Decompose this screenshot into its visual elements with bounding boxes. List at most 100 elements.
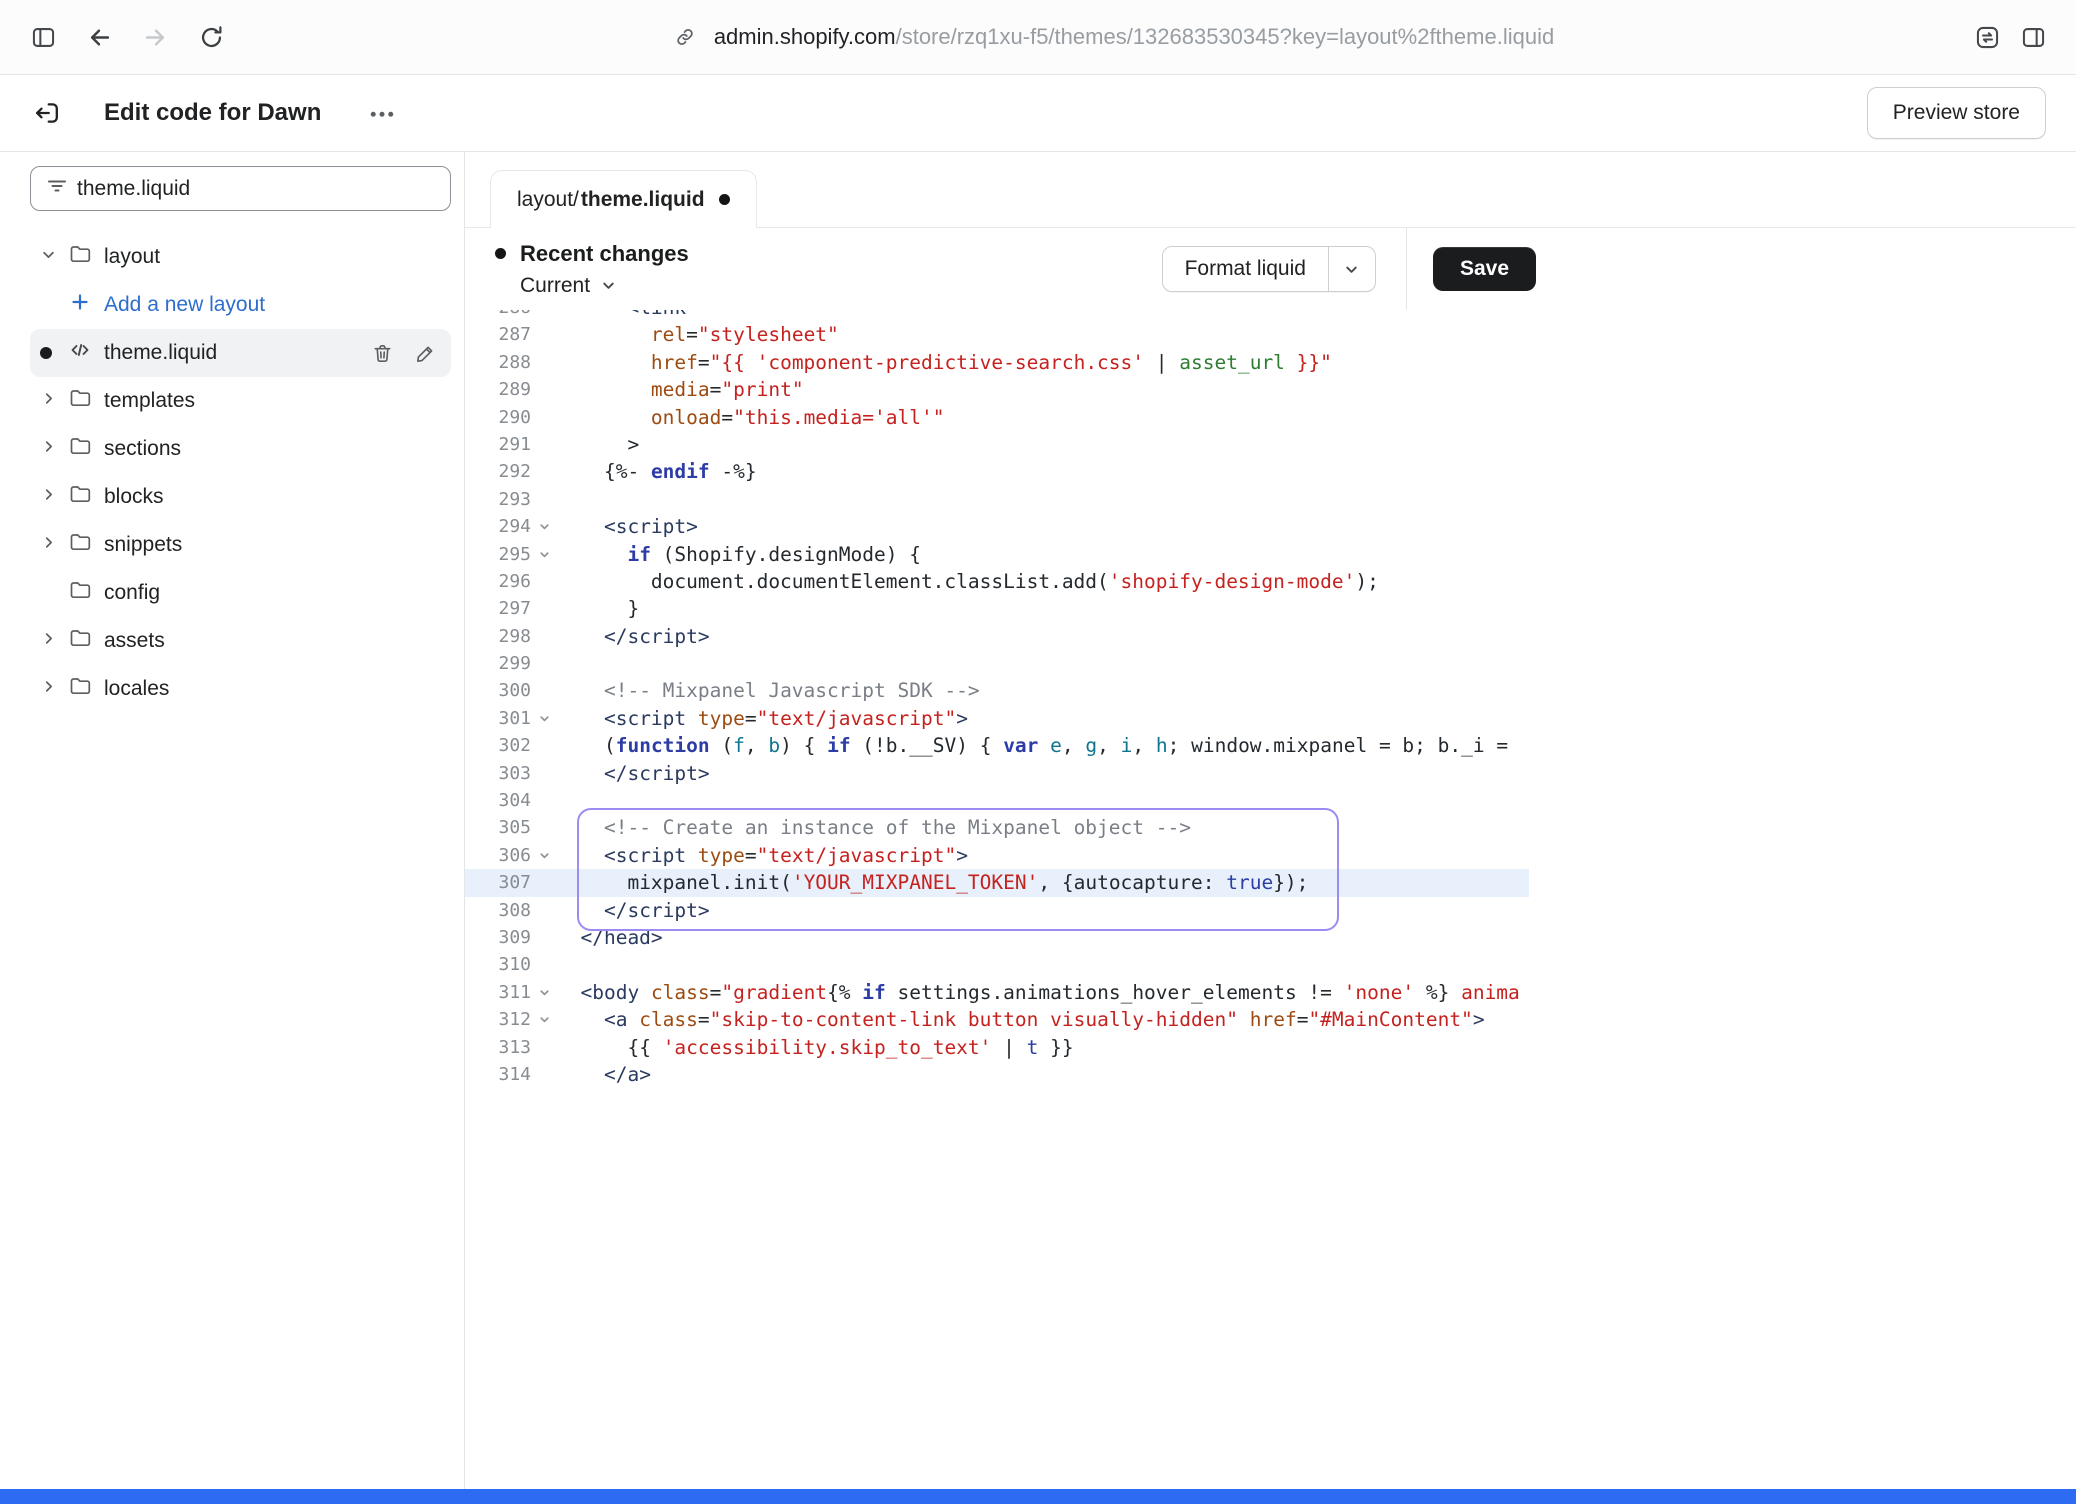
exit-editor-button[interactable] bbox=[30, 96, 64, 130]
line-number: 295 bbox=[465, 541, 531, 568]
code-line-297[interactable]: 297 } bbox=[465, 595, 1529, 622]
code-line-313[interactable]: 313 {{ 'accessibility.skip_to_text' | t … bbox=[465, 1034, 1529, 1061]
code-line-290[interactable]: 290 onload="this.media='all'" bbox=[465, 404, 1529, 431]
code-line-309[interactable]: 309 </head> bbox=[465, 924, 1529, 951]
chevron-right-icon[interactable] bbox=[38, 436, 59, 463]
sidebar-item-blocks[interactable]: blocks bbox=[30, 473, 451, 521]
format-liquid-label: Format liquid bbox=[1163, 247, 1328, 291]
tab-theme-liquid[interactable]: layout/theme.liquid bbox=[490, 170, 757, 228]
folder-icon bbox=[68, 626, 92, 656]
gutter-spacer bbox=[531, 677, 557, 704]
code-line-286[interactable]: 286 <link bbox=[465, 310, 1529, 321]
line-number: 294 bbox=[465, 513, 531, 540]
code-line-311[interactable]: 311 <body class="gradient{% if settings.… bbox=[465, 979, 1529, 1006]
save-button[interactable]: Save bbox=[1433, 247, 1536, 291]
line-number: 302 bbox=[465, 732, 531, 759]
sidebar-item-config[interactable]: config bbox=[30, 569, 451, 617]
fold-toggle-icon[interactable] bbox=[531, 1006, 557, 1033]
chevron-right-icon[interactable] bbox=[38, 676, 59, 703]
fold-toggle-icon[interactable] bbox=[531, 979, 557, 1006]
code-line-308[interactable]: 308 </script> bbox=[465, 897, 1529, 924]
rename-file-button[interactable] bbox=[414, 342, 437, 365]
code-line-293[interactable]: 293 bbox=[465, 486, 1529, 513]
code-text: media="print" bbox=[557, 376, 1529, 403]
code-text: <script type="text/javascript"> bbox=[557, 842, 1529, 869]
extensions-icon[interactable] bbox=[1972, 22, 2002, 52]
code-line-303[interactable]: 303 </script> bbox=[465, 760, 1529, 787]
code-text: document.documentElement.classList.add('… bbox=[557, 568, 1529, 595]
sidebar-item-layout[interactable]: layout bbox=[30, 233, 451, 281]
delete-file-button[interactable] bbox=[371, 342, 394, 365]
line-number: 305 bbox=[465, 814, 531, 841]
more-actions-button[interactable] bbox=[367, 98, 397, 128]
preview-store-button[interactable]: Preview store bbox=[1867, 87, 2046, 139]
code-line-295[interactable]: 295 if (Shopify.designMode) { bbox=[465, 541, 1529, 568]
gutter-spacer bbox=[531, 732, 557, 759]
code-line-304[interactable]: 304 bbox=[465, 787, 1529, 814]
code-line-299[interactable]: 299 bbox=[465, 650, 1529, 677]
url-text: admin.shopify.com/store/rzq1xu-f5/themes… bbox=[714, 24, 1554, 50]
forward-button[interactable] bbox=[140, 22, 170, 52]
fold-toggle-icon[interactable] bbox=[531, 842, 557, 869]
code-line-291[interactable]: 291 > bbox=[465, 431, 1529, 458]
code-line-305[interactable]: 305 <!-- Create an instance of the Mixpa… bbox=[465, 814, 1529, 841]
code-line-292[interactable]: 292 {%- endif -%} bbox=[465, 458, 1529, 485]
tab-path-prefix: layout/ bbox=[517, 188, 579, 212]
fold-toggle-icon[interactable] bbox=[531, 541, 557, 568]
line-number: 301 bbox=[465, 705, 531, 732]
back-button[interactable] bbox=[84, 22, 114, 52]
file-filter-box[interactable] bbox=[30, 166, 451, 211]
sidebar-item-assets[interactable]: assets bbox=[30, 617, 451, 665]
code-line-288[interactable]: 288 href="{{ 'component-predictive-searc… bbox=[465, 349, 1529, 376]
address-bar[interactable]: admin.shopify.com/store/rzq1xu-f5/themes… bbox=[252, 22, 1972, 52]
code-line-312[interactable]: 312 <a class="skip-to-content-link butto… bbox=[465, 1006, 1529, 1033]
chevron-right-icon[interactable] bbox=[38, 484, 59, 511]
sidebar-item-sections[interactable]: sections bbox=[30, 425, 451, 473]
gutter-spacer bbox=[531, 458, 557, 485]
code-line-302[interactable]: 302 (function (f, b) { if (!b.__SV) { va… bbox=[465, 732, 1529, 759]
chevron-right-icon[interactable] bbox=[38, 388, 59, 415]
format-liquid-button[interactable]: Format liquid bbox=[1162, 246, 1376, 292]
code-line-294[interactable]: 294 <script> bbox=[465, 513, 1529, 540]
code-line-296[interactable]: 296 document.documentElement.classList.a… bbox=[465, 568, 1529, 595]
code-line-298[interactable]: 298 </script> bbox=[465, 623, 1529, 650]
chevron-right-icon[interactable] bbox=[38, 628, 59, 655]
code-line-300[interactable]: 300 <!-- Mixpanel Javascript SDK --> bbox=[465, 677, 1529, 704]
version-dropdown[interactable]: Current bbox=[495, 274, 1162, 298]
chevron-down-icon[interactable] bbox=[38, 244, 59, 271]
sidebar-item-templates[interactable]: templates bbox=[30, 377, 451, 425]
sidebar-item-label: blocks bbox=[104, 485, 164, 509]
gutter-spacer bbox=[531, 310, 557, 321]
tab-file-name: theme.liquid bbox=[581, 188, 705, 212]
split-view-icon[interactable] bbox=[2018, 22, 2048, 52]
code-line-287[interactable]: 287 rel="stylesheet" bbox=[465, 321, 1529, 348]
code-line-310[interactable]: 310 bbox=[465, 951, 1529, 978]
code-line-289[interactable]: 289 media="print" bbox=[465, 376, 1529, 403]
toolbar-divider bbox=[1406, 228, 1407, 310]
chevron-right-icon[interactable] bbox=[38, 532, 59, 559]
app-header: Edit code for Dawn Preview store bbox=[0, 75, 2076, 152]
code-line-306[interactable]: 306 <script type="text/javascript"> bbox=[465, 842, 1529, 869]
format-options-chevron[interactable] bbox=[1329, 247, 1375, 291]
gutter-spacer bbox=[531, 486, 557, 513]
sidebar-item-add-a-new-layout[interactable]: Add a new layout bbox=[30, 281, 451, 329]
gutter-spacer bbox=[531, 924, 557, 951]
code-text: href="{{ 'component-predictive-search.cs… bbox=[557, 349, 1529, 376]
reload-button[interactable] bbox=[196, 22, 226, 52]
code-editor[interactable]: 286 <link287 rel="stylesheet"288 href="{… bbox=[465, 310, 2076, 1504]
unsaved-file-dot bbox=[40, 347, 52, 359]
sidebar-item-snippets[interactable]: snippets bbox=[30, 521, 451, 569]
code-line-314[interactable]: 314 </a> bbox=[465, 1061, 1529, 1088]
folder-icon bbox=[68, 386, 92, 416]
code-line-307[interactable]: 307 mixpanel.init('YOUR_MIXPANEL_TOKEN',… bbox=[465, 869, 1529, 896]
sidebar-item-theme-liquid[interactable]: theme.liquid bbox=[30, 329, 451, 377]
sidebar-item-locales[interactable]: locales bbox=[30, 665, 451, 713]
fold-toggle-icon[interactable] bbox=[531, 705, 557, 732]
code-line-301[interactable]: 301 <script type="text/javascript"> bbox=[465, 705, 1529, 732]
sidebar-item-label: config bbox=[104, 581, 160, 605]
sidebar-toggle-icon[interactable] bbox=[28, 22, 58, 52]
code-text bbox=[557, 486, 1529, 513]
sidebar-item-label: Add a new layout bbox=[104, 293, 265, 317]
fold-toggle-icon[interactable] bbox=[531, 513, 557, 540]
file-filter-input[interactable] bbox=[75, 176, 436, 202]
